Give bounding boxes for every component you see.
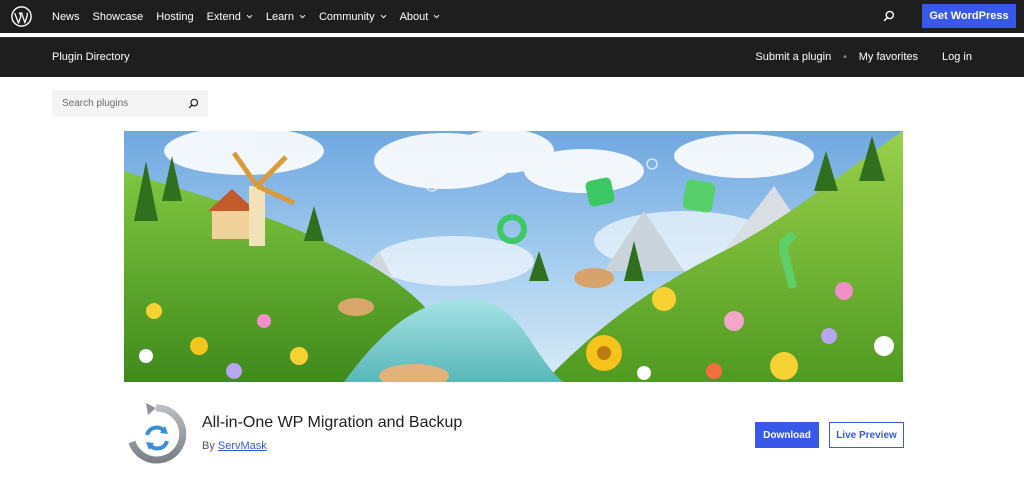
nav-separator: • <box>843 51 847 63</box>
plugin-title: All-in-One WP Migration and Backup <box>202 414 463 431</box>
nav-community[interactable]: Community <box>319 11 387 23</box>
nav-about-label: About <box>399 10 429 23</box>
live-preview-button[interactable]: Live Preview <box>829 422 904 448</box>
circular-arrows-icon <box>128 403 187 464</box>
login-link[interactable]: Log in <box>942 51 972 63</box>
nav-extend[interactable]: Extend <box>207 11 253 23</box>
nav-about[interactable]: About <box>400 11 441 23</box>
nav-learn-label: Learn <box>265 10 294 23</box>
plugin-search <box>52 90 208 117</box>
plugin-directory-link[interactable]: Plugin Directory <box>52 51 130 63</box>
nav-showcase-label: Showcase <box>92 10 144 23</box>
download-button[interactable]: Download <box>755 422 819 448</box>
author-link[interactable]: ServMask <box>218 440 267 452</box>
chevron-down-icon <box>380 14 386 19</box>
nav-community-label: Community <box>318 10 375 23</box>
local-header: Plugin Directory Submit a plugin • My fa… <box>0 37 1024 77</box>
by-label: By <box>202 440 218 452</box>
chevron-down-icon <box>246 14 253 19</box>
local-nav: Submit a plugin • My favorites Log in <box>755 51 972 63</box>
nav-news[interactable]: News <box>52 11 80 23</box>
plugin-author: By ServMask <box>202 440 267 452</box>
nav-hosting[interactable]: Hosting <box>156 11 193 23</box>
global-nav: News Showcase Hosting Extend Learn Commu… <box>52 0 453 33</box>
nav-showcase[interactable]: Showcase <box>93 11 144 23</box>
my-favorites-link[interactable]: My favorites <box>859 51 918 63</box>
search-input[interactable] <box>52 98 172 109</box>
banner-illustration <box>124 131 903 382</box>
nav-extend-label: Extend <box>206 10 241 23</box>
wordpress-logo-icon[interactable] <box>11 6 32 27</box>
chevron-down-icon <box>299 14 306 19</box>
nav-news-label: News <box>52 10 80 23</box>
search-icon[interactable] <box>883 10 895 22</box>
chevron-down-icon <box>434 14 440 19</box>
submit-plugin-link[interactable]: Submit a plugin <box>755 51 831 63</box>
nav-learn[interactable]: Learn <box>266 11 306 23</box>
global-header: News Showcase Hosting Extend Learn Commu… <box>0 0 1024 33</box>
plugin-banner <box>124 131 903 382</box>
get-wordpress-button[interactable]: Get WordPress <box>922 4 1016 28</box>
nav-hosting-label: Hosting <box>156 10 194 23</box>
search-icon[interactable] <box>188 98 199 109</box>
